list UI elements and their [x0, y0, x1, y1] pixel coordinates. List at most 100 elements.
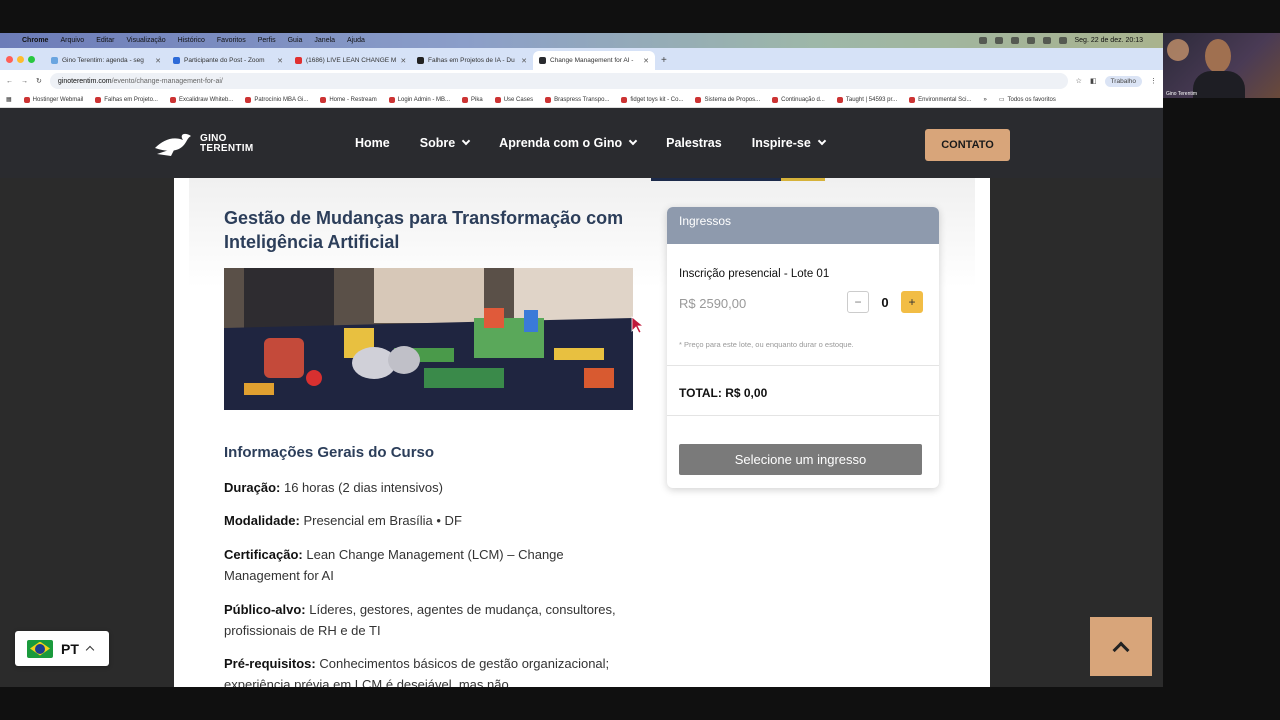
menu-arquivo[interactable]: Arquivo — [60, 37, 84, 44]
menu-favoritos[interactable]: Favoritos — [217, 37, 246, 44]
back-icon[interactable]: ← — [6, 78, 13, 85]
menubar-clock[interactable]: Seg. 22 de dez. 20:13 — [1075, 37, 1144, 44]
wifi-icon[interactable] — [1042, 37, 1051, 44]
status-icon[interactable] — [978, 37, 987, 44]
minimize-window-icon[interactable] — [17, 55, 24, 63]
bookmark[interactable]: Login Admin - MB... — [388, 96, 451, 103]
site-header: GINO TERENTIM Home Sobre Aprenda com o G… — [0, 108, 1163, 178]
bookmark[interactable]: Taught | 54593 pr... — [836, 96, 898, 103]
info-publico: Público-alvo: Líderes, gestores, agentes… — [224, 599, 624, 641]
workshop-illustration — [224, 268, 633, 410]
webcam-overlay: Gino Terentim — [1163, 33, 1280, 98]
divider — [667, 365, 939, 366]
chevron-down-icon — [628, 136, 638, 146]
person-head — [1205, 39, 1231, 73]
price-note: * Preço para este lote, ou enquanto dura… — [679, 340, 854, 349]
browser-tabbar: Gino Terentim: agenda - seg ✕ Participan… — [0, 48, 1163, 70]
bookmarks-folder[interactable]: ▭ Todos os favoritos — [999, 96, 1056, 104]
bookmark[interactable]: Pika — [462, 96, 483, 103]
back-to-top-button[interactable] — [1090, 617, 1152, 676]
language-switcher[interactable]: PT — [15, 631, 109, 666]
bookmark-label: Braspress Transpo... — [554, 96, 610, 103]
macos-menubar: Chrome Arquivo Editar Visualização Histó… — [0, 33, 1163, 48]
event-content: Gestão de Mudanças para Transformação co… — [174, 178, 990, 687]
search-icon[interactable] — [1058, 37, 1067, 44]
bookmark[interactable]: Environmental Sci... — [909, 96, 971, 103]
extensions-icon[interactable]: ◧ — [1090, 77, 1097, 85]
nav-home[interactable]: Home — [355, 136, 390, 150]
star-icon[interactable]: ☆ — [1076, 77, 1082, 85]
bookmark-favicon — [388, 96, 395, 103]
site-logo[interactable]: GINO TERENTIM — [153, 130, 254, 158]
nav-palestras[interactable]: Palestras — [666, 136, 722, 150]
nav-aprenda[interactable]: Aprenda com o Gino — [499, 136, 638, 150]
apps-grid-icon[interactable]: ▦ — [6, 96, 12, 103]
tab-label: (1686) LIVE LEAN CHANGE M — [306, 57, 397, 64]
lamp-light — [1167, 39, 1189, 61]
bookmark[interactable]: Braspress Transpo... — [545, 96, 610, 103]
bookmark-label: fidget toys kit - Co... — [630, 96, 684, 103]
nav-label: Sobre — [419, 136, 456, 150]
logo-line: TERENTIM — [200, 143, 254, 154]
bookmark[interactable]: Hostinger Webmail — [23, 96, 83, 103]
menu-perfis[interactable]: Perfis — [258, 37, 276, 44]
menu-chrome[interactable]: Chrome — [22, 37, 48, 44]
bookmark[interactable]: Patrocínio MBA Gi... — [245, 96, 308, 103]
bookmark[interactable]: Sistema de Propos... — [695, 96, 760, 103]
select-ticket-button[interactable]: Selecione um ingresso — [679, 444, 922, 475]
status-icon[interactable] — [1010, 37, 1019, 44]
close-tab-icon[interactable]: ✕ — [400, 57, 406, 65]
close-tab-icon[interactable]: ✕ — [277, 57, 283, 65]
browser-tab[interactable]: Gino Terentim: agenda - seg ✕ — [45, 51, 167, 70]
status-icon[interactable] — [994, 37, 1003, 44]
tickets-card: Ingressos Inscrição presencial - Lote 01… — [667, 207, 939, 488]
browser-tab[interactable]: Participante do Post - Zoom ✕ — [167, 51, 289, 70]
profile-button[interactable]: Trabalho — [1104, 75, 1142, 87]
menu-historico[interactable]: Histórico — [178, 37, 205, 44]
forward-icon[interactable]: → — [21, 78, 28, 85]
quantity-value[interactable]: 0 — [881, 295, 889, 310]
increment-button[interactable]: + — [901, 291, 923, 313]
screen: Chrome Arquivo Editar Visualização Histó… — [0, 0, 1280, 720]
bookmark[interactable]: Excalidraw Whiteb... — [169, 96, 233, 103]
bookmark[interactable]: Use Cases — [494, 96, 533, 103]
close-tab-icon[interactable]: ✕ — [155, 57, 161, 65]
menu-janela[interactable]: Janela — [314, 37, 335, 44]
tab-label: Change Management for AI - — [550, 57, 634, 64]
browser-tab-active[interactable]: Change Management for AI - ✕ — [533, 51, 655, 70]
site-nav: Home Sobre Aprenda com o Gino Palestras … — [355, 136, 827, 150]
bookmark[interactable]: Continuação d... — [772, 96, 825, 103]
contact-button[interactable]: CONTATO — [925, 129, 1010, 161]
bookmark[interactable]: fidget toys kit - Co... — [621, 96, 684, 103]
chevron-right-icon[interactable]: » — [983, 97, 986, 103]
nav-inspire[interactable]: Inspire-se — [752, 136, 827, 150]
bookmarks-bar: ▦ Hostinger Webmail Falhas em Projeto...… — [0, 92, 1163, 108]
section-heading: Informações Gerais do Curso — [224, 444, 435, 461]
bookmark-favicon — [462, 96, 469, 103]
bookmark-favicon — [909, 96, 916, 103]
status-icon[interactable] — [1026, 37, 1035, 44]
lot-price: R$ 2590,00 — [679, 296, 747, 311]
info-modalidade: Modalidade: Presencial em Brasília • DF — [224, 510, 624, 531]
more-menu-icon[interactable]: ⋮ — [1150, 77, 1157, 85]
close-window-icon[interactable] — [6, 55, 13, 63]
decrement-button[interactable]: − — [847, 291, 869, 313]
browser-tab[interactable]: Falhas em Projetos de IA - Du ✕ — [411, 51, 533, 70]
event-title: Gestão de Mudanças para Transformação co… — [224, 208, 624, 252]
address-bar[interactable]: ginoterentim.com/evento/change-managemen… — [49, 73, 1068, 89]
bookmark[interactable]: Falhas em Projeto... — [95, 96, 158, 103]
zoom-window-icon[interactable] — [28, 55, 35, 63]
nav-sobre[interactable]: Sobre — [419, 136, 471, 150]
bookmark[interactable]: Home - Restream — [320, 96, 377, 103]
menu-editar[interactable]: Editar — [96, 37, 114, 44]
new-tab-icon[interactable]: + — [655, 51, 673, 70]
menu-guia[interactable]: Guia — [288, 37, 303, 44]
close-tab-icon[interactable]: ✕ — [521, 57, 527, 65]
menu-ajuda[interactable]: Ajuda — [347, 37, 365, 44]
close-tab-icon[interactable]: ✕ — [643, 57, 649, 65]
reload-icon[interactable]: ↻ — [36, 77, 42, 85]
browser-tab[interactable]: (1686) LIVE LEAN CHANGE M ✕ — [289, 51, 411, 70]
menu-visualizacao[interactable]: Visualização — [126, 37, 165, 44]
bookmark-label: Taught | 54593 pr... — [845, 96, 898, 103]
bookmark-label: Login Admin - MB... — [397, 96, 451, 103]
